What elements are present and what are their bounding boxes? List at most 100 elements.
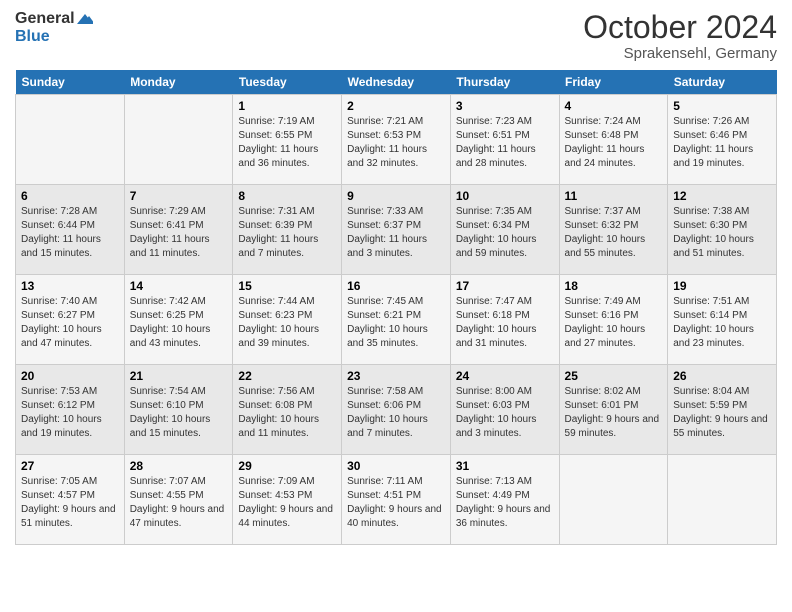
main-title: October 2024 [583, 10, 777, 45]
header-sunday: Sunday [16, 70, 125, 95]
day-info: Sunrise: 7:58 AM Sunset: 6:06 PM Dayligh… [347, 385, 445, 441]
day-info: Sunrise: 7:37 AM Sunset: 6:32 PM Dayligh… [565, 205, 663, 261]
day-info: Sunrise: 7:45 AM Sunset: 6:21 PM Dayligh… [347, 295, 445, 351]
day-info: Sunrise: 7:19 AM Sunset: 6:55 PM Dayligh… [238, 115, 336, 171]
header-thursday: Thursday [450, 70, 559, 95]
cell-w5-d5: 31 Sunrise: 7:13 AM Sunset: 4:49 PM Dayli… [450, 455, 559, 545]
day-number: 3 [456, 99, 554, 113]
day-number: 9 [347, 189, 445, 203]
day-info: Sunrise: 8:04 AM Sunset: 5:59 PM Dayligh… [673, 385, 771, 441]
cell-w5-d6 [559, 455, 668, 545]
day-info: Sunrise: 7:56 AM Sunset: 6:08 PM Dayligh… [238, 385, 336, 441]
day-info: Sunrise: 7:24 AM Sunset: 6:48 PM Dayligh… [565, 115, 663, 171]
cell-w4-d3: 22 Sunrise: 7:56 AM Sunset: 6:08 PM Dayli… [233, 365, 342, 455]
cell-w2-d6: 11Sunrise: 7:37 AM Sunset: 6:32 PM Dayli… [559, 185, 668, 275]
week-row-4: 20 Sunrise: 7:53 AM Sunset: 6:12 PM Dayli… [16, 365, 777, 455]
cell-w4-d6: 25 Sunrise: 8:02 AM Sunset: 6:01 PM Dayli… [559, 365, 668, 455]
day-number: 10 [456, 189, 554, 203]
day-number: 30 [347, 459, 445, 473]
cell-w2-d4: 9Sunrise: 7:33 AM Sunset: 6:37 PM Daylig… [342, 185, 451, 275]
day-number: 1 [238, 99, 336, 113]
day-number: 28 [130, 459, 228, 473]
day-number: 22 [238, 369, 336, 383]
cell-w3-d5: 17 Sunrise: 7:47 AM Sunset: 6:18 PM Dayli… [450, 275, 559, 365]
header-wednesday: Wednesday [342, 70, 451, 95]
day-number: 25 [565, 369, 663, 383]
day-info: Sunrise: 8:02 AM Sunset: 6:01 PM Dayligh… [565, 385, 663, 441]
day-number: 17 [456, 279, 554, 293]
day-number: 5 [673, 99, 771, 113]
day-info: Sunrise: 7:13 AM Sunset: 4:49 PM Dayligh… [456, 475, 554, 531]
day-info: Sunrise: 7:47 AM Sunset: 6:18 PM Dayligh… [456, 295, 554, 351]
day-info: Sunrise: 7:53 AM Sunset: 6:12 PM Dayligh… [21, 385, 119, 441]
cell-w1-d5: 3 Sunrise: 7:23 AM Sunset: 6:51 PM Daylig… [450, 95, 559, 185]
day-info: Sunrise: 7:49 AM Sunset: 6:16 PM Dayligh… [565, 295, 663, 351]
cell-w3-d3: 15 Sunrise: 7:44 AM Sunset: 6:23 PM Dayli… [233, 275, 342, 365]
day-number: 7 [130, 189, 228, 203]
day-number: 6 [21, 189, 119, 203]
day-header-row: SundayMondayTuesdayWednesdayThursdayFrid… [16, 70, 777, 95]
day-number: 18 [565, 279, 663, 293]
day-info: Sunrise: 7:35 AM Sunset: 6:34 PM Dayligh… [456, 205, 554, 261]
header: General Blue October 2024 Sprakensehl, G… [15, 10, 777, 62]
cell-w5-d2: 28Sunrise: 7:07 AM Sunset: 4:55 PM Dayli… [124, 455, 233, 545]
day-info: Sunrise: 7:54 AM Sunset: 6:10 PM Dayligh… [130, 385, 228, 441]
week-row-1: 1 Sunrise: 7:19 AM Sunset: 6:55 PM Daylig… [16, 95, 777, 185]
day-number: 4 [565, 99, 663, 113]
day-number: 20 [21, 369, 119, 383]
day-number: 21 [130, 369, 228, 383]
day-info: Sunrise: 7:09 AM Sunset: 4:53 PM Dayligh… [238, 475, 336, 531]
day-number: 27 [21, 459, 119, 473]
cell-w4-d2: 21 Sunrise: 7:54 AM Sunset: 6:10 PM Dayli… [124, 365, 233, 455]
day-number: 23 [347, 369, 445, 383]
cell-w1-d3: 1 Sunrise: 7:19 AM Sunset: 6:55 PM Daylig… [233, 95, 342, 185]
week-row-5: 27 Sunrise: 7:05 AM Sunset: 4:57 PM Dayli… [16, 455, 777, 545]
cell-w4-d1: 20 Sunrise: 7:53 AM Sunset: 6:12 PM Dayli… [16, 365, 125, 455]
day-info: Sunrise: 7:28 AM Sunset: 6:44 PM Dayligh… [21, 205, 119, 261]
cell-w3-d1: 13Sunrise: 7:40 AM Sunset: 6:27 PM Dayli… [16, 275, 125, 365]
day-number: 29 [238, 459, 336, 473]
logo: General Blue [15, 10, 93, 45]
header-friday: Friday [559, 70, 668, 95]
cell-w5-d4: 30 Sunrise: 7:11 AM Sunset: 4:51 PM Dayli… [342, 455, 451, 545]
cell-w2-d1: 6 Sunrise: 7:28 AM Sunset: 6:44 PM Daylig… [16, 185, 125, 275]
cell-w4-d7: 26 Sunrise: 8:04 AM Sunset: 5:59 PM Dayli… [668, 365, 777, 455]
calendar-table: SundayMondayTuesdayWednesdayThursdayFrid… [15, 70, 777, 545]
day-number: 31 [456, 459, 554, 473]
day-info: Sunrise: 7:23 AM Sunset: 6:51 PM Dayligh… [456, 115, 554, 171]
day-number: 16 [347, 279, 445, 293]
day-info: Sunrise: 7:29 AM Sunset: 6:41 PM Dayligh… [130, 205, 228, 261]
header-saturday: Saturday [668, 70, 777, 95]
day-info: Sunrise: 7:42 AM Sunset: 6:25 PM Dayligh… [130, 295, 228, 351]
day-info: Sunrise: 7:21 AM Sunset: 6:53 PM Dayligh… [347, 115, 445, 171]
cell-w2-d5: 10 Sunrise: 7:35 AM Sunset: 6:34 PM Dayli… [450, 185, 559, 275]
day-info: Sunrise: 7:44 AM Sunset: 6:23 PM Dayligh… [238, 295, 336, 351]
day-info: Sunrise: 7:51 AM Sunset: 6:14 PM Dayligh… [673, 295, 771, 351]
week-row-3: 13Sunrise: 7:40 AM Sunset: 6:27 PM Dayli… [16, 275, 777, 365]
cell-w5-d7 [668, 455, 777, 545]
day-number: 15 [238, 279, 336, 293]
day-info: Sunrise: 7:11 AM Sunset: 4:51 PM Dayligh… [347, 475, 445, 531]
day-number: 14 [130, 279, 228, 293]
cell-w2-d2: 7 Sunrise: 7:29 AM Sunset: 6:41 PM Daylig… [124, 185, 233, 275]
day-number: 12 [673, 189, 771, 203]
day-info: Sunrise: 8:00 AM Sunset: 6:03 PM Dayligh… [456, 385, 554, 441]
day-number: 2 [347, 99, 445, 113]
cell-w3-d7: 19Sunrise: 7:51 AM Sunset: 6:14 PM Dayli… [668, 275, 777, 365]
cell-w3-d2: 14 Sunrise: 7:42 AM Sunset: 6:25 PM Dayli… [124, 275, 233, 365]
cell-w4-d5: 24 Sunrise: 8:00 AM Sunset: 6:03 PM Dayli… [450, 365, 559, 455]
cell-w2-d3: 8 Sunrise: 7:31 AM Sunset: 6:39 PM Daylig… [233, 185, 342, 275]
day-info: Sunrise: 7:26 AM Sunset: 6:46 PM Dayligh… [673, 115, 771, 171]
day-info: Sunrise: 7:05 AM Sunset: 4:57 PM Dayligh… [21, 475, 119, 531]
day-number: 26 [673, 369, 771, 383]
cell-w3-d4: 16 Sunrise: 7:45 AM Sunset: 6:21 PM Dayli… [342, 275, 451, 365]
cell-w5-d1: 27 Sunrise: 7:05 AM Sunset: 4:57 PM Dayli… [16, 455, 125, 545]
cell-w1-d4: 2 Sunrise: 7:21 AM Sunset: 6:53 PM Daylig… [342, 95, 451, 185]
day-number: 8 [238, 189, 336, 203]
cell-w1-d2 [124, 95, 233, 185]
day-info: Sunrise: 7:40 AM Sunset: 6:27 PM Dayligh… [21, 295, 119, 351]
cell-w3-d6: 18 Sunrise: 7:49 AM Sunset: 6:16 PM Dayli… [559, 275, 668, 365]
sub-title: Sprakensehl, Germany [583, 45, 777, 62]
day-info: Sunrise: 7:31 AM Sunset: 6:39 PM Dayligh… [238, 205, 336, 261]
day-number: 24 [456, 369, 554, 383]
